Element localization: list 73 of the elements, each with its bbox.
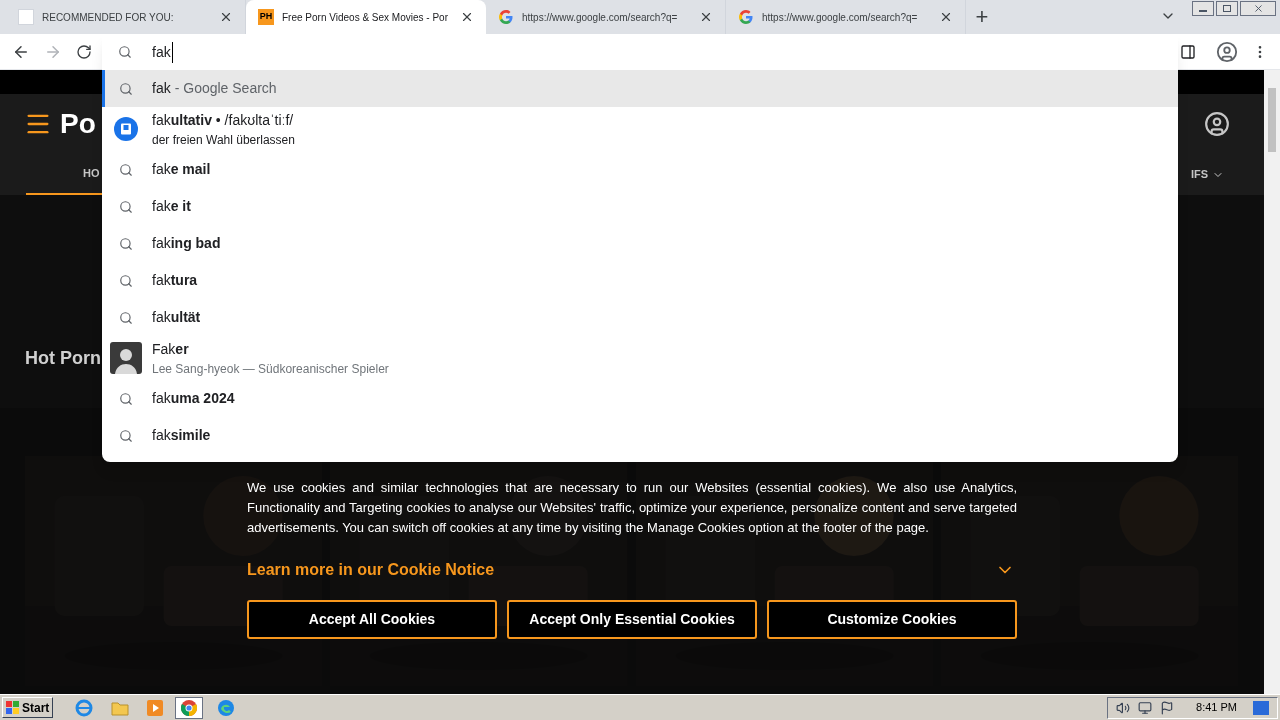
suggestion-item[interactable]: fakultät [102,299,1178,336]
search-icon [119,81,133,96]
suggestion-item[interactable]: fak - Google Search [102,70,1178,107]
address-field[interactable]: fak [102,34,1178,70]
browser-tab[interactable]: PH Free Porn Videos & Sex Movies - Por [246,0,486,34]
suggestion-subtext: Lee Sang-hyeok — Südkoreanischer Spieler [152,360,389,378]
search-icon [119,236,133,251]
network-icon[interactable] [1138,700,1153,715]
cookie-notice-link[interactable]: Learn more in our Cookie Notice [247,558,495,582]
windows-logo-icon [6,700,20,715]
dictionary-icon [114,117,138,141]
search-icon [119,162,133,177]
start-button[interactable]: Start [2,697,54,718]
volume-icon[interactable] [1116,700,1131,715]
avatar-icon [110,342,142,374]
minimize-button[interactable] [1192,1,1214,16]
show-desktop-icon[interactable] [1253,700,1269,715]
chrome-taskbar-button[interactable] [175,696,204,719]
clock: 8:41 PM [1196,700,1237,716]
suggestion-item[interactable]: fakultativ • /fakʊltaˈtiːf/ der freien Wahl überlassen [102,107,1178,151]
suggestion-text: faking bad [152,234,221,253]
google-icon [498,9,514,25]
site-logo[interactable]: Po [60,103,96,145]
suggestion-text: fak [152,79,171,98]
close-icon[interactable] [460,10,474,24]
close-icon[interactable] [699,10,713,24]
suggestion-item[interactable]: faksimile [102,417,1178,454]
cookie-button[interactable]: Accept All Cookies [247,600,497,639]
tab-title: RECOMMENDED FOR YOU: [42,10,175,25]
suggestion-text: fake it [152,197,191,216]
flag-icon[interactable] [1160,700,1175,715]
suggestion-hint: - Google Search [174,79,277,98]
search-icon [119,428,133,443]
close-icon [1252,3,1264,14]
suggestion-text: faksimile [152,426,211,445]
suggestion-text: fakultät [152,308,201,327]
new-tab-button[interactable]: + [966,0,998,34]
tab-title: https://www.google.com/search?q= [762,10,919,25]
search-icon [119,199,133,214]
suggestion-text: fakuma 2024 [152,389,235,408]
search-icon [119,310,133,325]
account-icon[interactable] [1204,111,1230,137]
close-icon[interactable] [939,10,953,24]
nav-tab[interactable]: IFS [1190,154,1224,195]
search-icon [119,273,133,288]
search-icon [118,45,132,59]
reload-icon[interactable] [76,43,92,60]
cookie-button[interactable]: Accept Only Essential Cookies [507,600,757,639]
suggestion-subtext: der freien Wahl überlassen [152,131,295,149]
profile-icon[interactable] [1216,40,1238,63]
cookie-button[interactable]: Customize Cookies [767,600,1017,639]
close-icon[interactable] [219,10,233,24]
site-favicon: PH [258,9,274,25]
google-icon [738,9,754,25]
suggestion-text: fake mail [152,160,211,179]
suggestion-item[interactable]: faktura [102,262,1178,299]
cookie-notice-text: We use cookies and similar technologies that are necessary to run our Websites (essential cookies). We also use Analytics, Functionality and Targeting cookies to analyse our Websites' traffic, optimize your experience, personalize content and serve targeted advertisements. You can switch off cookies at any time by visiting the Manage Cookies option at the footer of the page. [247,479,1017,537]
suggestion-item[interactable]: faking bad [102,225,1178,262]
side-panel-icon[interactable] [1180,43,1196,60]
section-heading: Hot Porn [25,347,101,370]
suggestion-text: Faker [152,339,189,359]
suggestion-item[interactable]: fakuma 2024 [102,380,1178,417]
close-button[interactable] [1240,1,1276,16]
suggestion-text: fakultativ • /fakʊltaˈtiːf/ [152,110,294,130]
tab-title: https://www.google.com/search?q= [522,10,679,25]
chrome-icon [181,699,198,716]
suggestion-text: faktura [152,271,198,290]
address-text: fak [152,41,173,63]
restore-button[interactable] [1216,1,1238,16]
tab-title: Free Porn Videos & Sex Movies - Por [282,10,449,25]
search-icon [119,391,133,406]
blank-page-icon [18,9,34,25]
suggestion-item[interactable]: Faker Lee Sang-hyeok — Südkoreanischer Spieler [102,336,1178,380]
